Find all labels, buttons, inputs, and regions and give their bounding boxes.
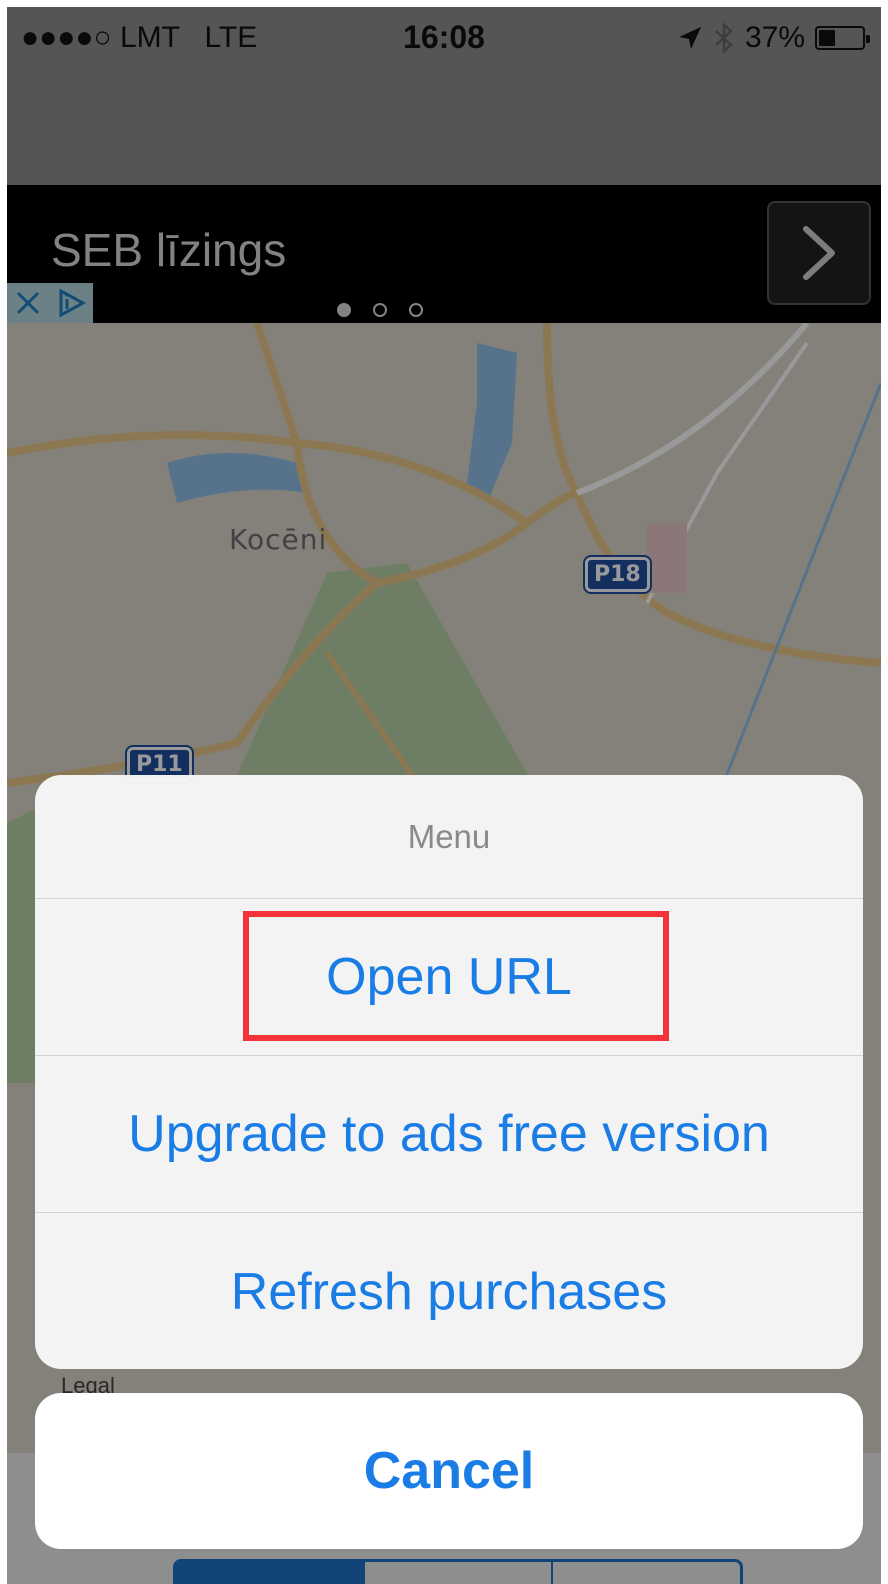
upgrade-button[interactable]: Upgrade to ads free version [35, 1056, 863, 1213]
refresh-purchases-label: Refresh purchases [230, 1262, 668, 1321]
open-url-button[interactable]: Open URL [35, 899, 863, 1056]
cancel-button[interactable]: Cancel [35, 1393, 863, 1549]
phone-screen: Kocēni P18 P11 Legal SEB līzings ●●●●○ L… [7, 7, 881, 1584]
action-sheet: Menu Open URL Upgrade to ads free versio… [35, 775, 863, 1369]
action-sheet-title: Menu [35, 775, 863, 899]
upgrade-label: Upgrade to ads free version [128, 1105, 770, 1163]
highlight-box [243, 911, 669, 1041]
refresh-purchases-button[interactable]: Refresh purchases [35, 1213, 863, 1369]
